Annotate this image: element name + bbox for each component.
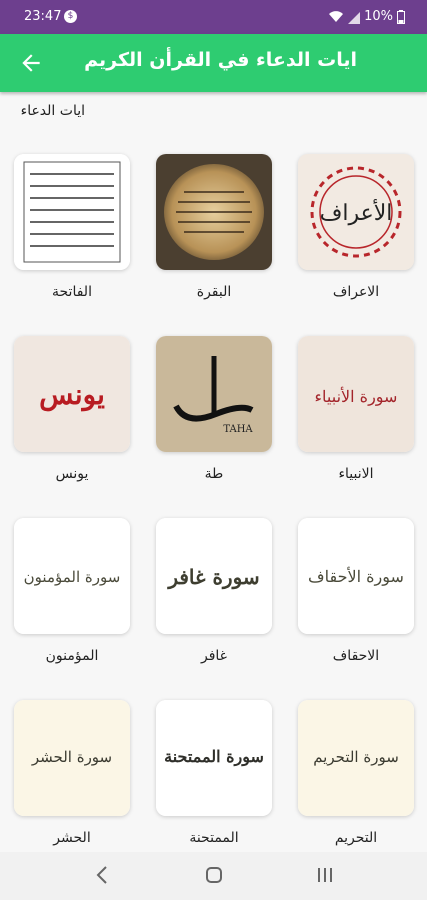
grid-item-taha[interactable]: TAHA طة [156,336,272,482]
grid-item-al-ahqaf[interactable]: سورة الأحقاف الاحقاف [298,518,414,664]
grid-item-al-anbiya[interactable]: سورة الأنبياء الانبياء [298,336,414,482]
svg-text:الأعراف: الأعراف [320,198,393,226]
item-label: البقرة [196,284,232,300]
al-mumtahanah-calligraphy-image: سورة الممتحنة [156,700,272,816]
app-bar: ايات الدعاء في القرأن الكريم [0,34,427,92]
card-image [14,154,130,270]
status-bar: 23:47 $ 10% [0,0,427,34]
item-label: طة [204,466,224,482]
grid-item-al-fatiha[interactable]: الفاتحة [14,154,130,300]
item-label: الممتحنة [189,830,239,846]
grid-item-al-baqarah[interactable]: البقرة [156,154,272,300]
battery-icon [397,9,405,24]
grid-item-al-muminun[interactable]: سورة المؤمنون المؤمنون [14,518,130,664]
yunus-calligraphy-image: يونس [14,336,130,452]
al-ahqaf-calligraphy-image: سورة الأحقاف [298,518,414,634]
svg-text:سورة الممتحنة: سورة الممتحنة [164,747,264,767]
nav-recents-icon[interactable] [316,865,334,885]
card-image: سورة غافر [156,518,272,634]
status-time: 23:47 [24,9,62,24]
at-tahrim-calligraphy-image: سورة التحريم [298,700,414,816]
battery-percent: 10% [364,9,393,24]
section-label: ايات الدعاء [20,103,85,119]
item-label: الفاتحة [52,284,92,300]
ghafir-calligraphy-image: سورة غافر [156,518,272,634]
al-hashr-calligraphy-image: سورة الحشر [14,700,130,816]
grid-item-al-mumtahanah[interactable]: سورة الممتحنة الممتحنة [156,700,272,846]
item-label: غافر [200,648,227,664]
system-nav-bar [0,852,427,900]
taha-calligraphy-image: TAHA [156,336,272,452]
status-right: 10% [328,9,405,24]
card-image: يونس [14,336,130,452]
grid-item-al-araf[interactable]: الأعراف الاعراف [298,154,414,300]
al-fatiha-text-image [14,154,130,270]
back-arrow-icon[interactable] [18,50,44,76]
svg-text:يونس: يونس [39,378,105,412]
card-image [156,154,272,270]
nav-back-icon[interactable] [94,865,110,885]
card-image: سورة المؤمنون [14,518,130,634]
svg-text:سورة الأنبياء: سورة الأنبياء [315,387,398,406]
item-label: المؤمنون [45,648,99,664]
al-baqarah-manuscript-image [156,154,272,270]
al-muminun-calligraphy-image: سورة المؤمنون [14,518,130,634]
al-anbiya-calligraphy-image: سورة الأنبياء [298,336,414,452]
card-image: سورة الأنبياء [298,336,414,452]
item-label: التحريم [334,830,378,846]
card-image: سورة الممتحنة [156,700,272,816]
item-label: الاحقاف [332,648,380,664]
svg-text:سورة الحشر: سورة الحشر [31,748,112,766]
grid-item-yunus[interactable]: يونس يونس [14,336,130,482]
page-title: ايات الدعاء في القرأن الكريم [84,49,357,71]
item-label: الحشر [53,830,91,846]
grid-item-at-tahrim[interactable]: سورة التحريم التحريم [298,700,414,846]
item-label: يونس [55,466,89,482]
card-image: سورة الأحقاف [298,518,414,634]
svg-text:سورة الأحقاف: سورة الأحقاف [308,567,404,586]
svg-text:سورة التحريم: سورة التحريم [313,748,399,766]
svg-text:سورة غافر: سورة غافر [166,565,259,590]
item-label: الانبياء [338,466,374,482]
grid-item-al-hashr[interactable]: سورة الحشر الحشر [14,700,130,846]
al-araf-calligraphy-image: الأعراف [298,154,414,270]
svg-text:سورة المؤمنون: سورة المؤمنون [24,568,121,586]
notification-icon: $ [64,10,77,23]
card-image: TAHA [156,336,272,452]
signal-icon [348,11,361,24]
svg-text:TAHA: TAHA [223,424,253,435]
card-image: سورة التحريم [298,700,414,816]
card-image: سورة الحشر [14,700,130,816]
card-image: الأعراف [298,154,414,270]
nav-home-icon[interactable] [205,865,223,885]
wifi-icon [329,10,344,22]
item-label: الاعراف [332,284,380,300]
grid-item-ghafir[interactable]: سورة غافر غافر [156,518,272,664]
